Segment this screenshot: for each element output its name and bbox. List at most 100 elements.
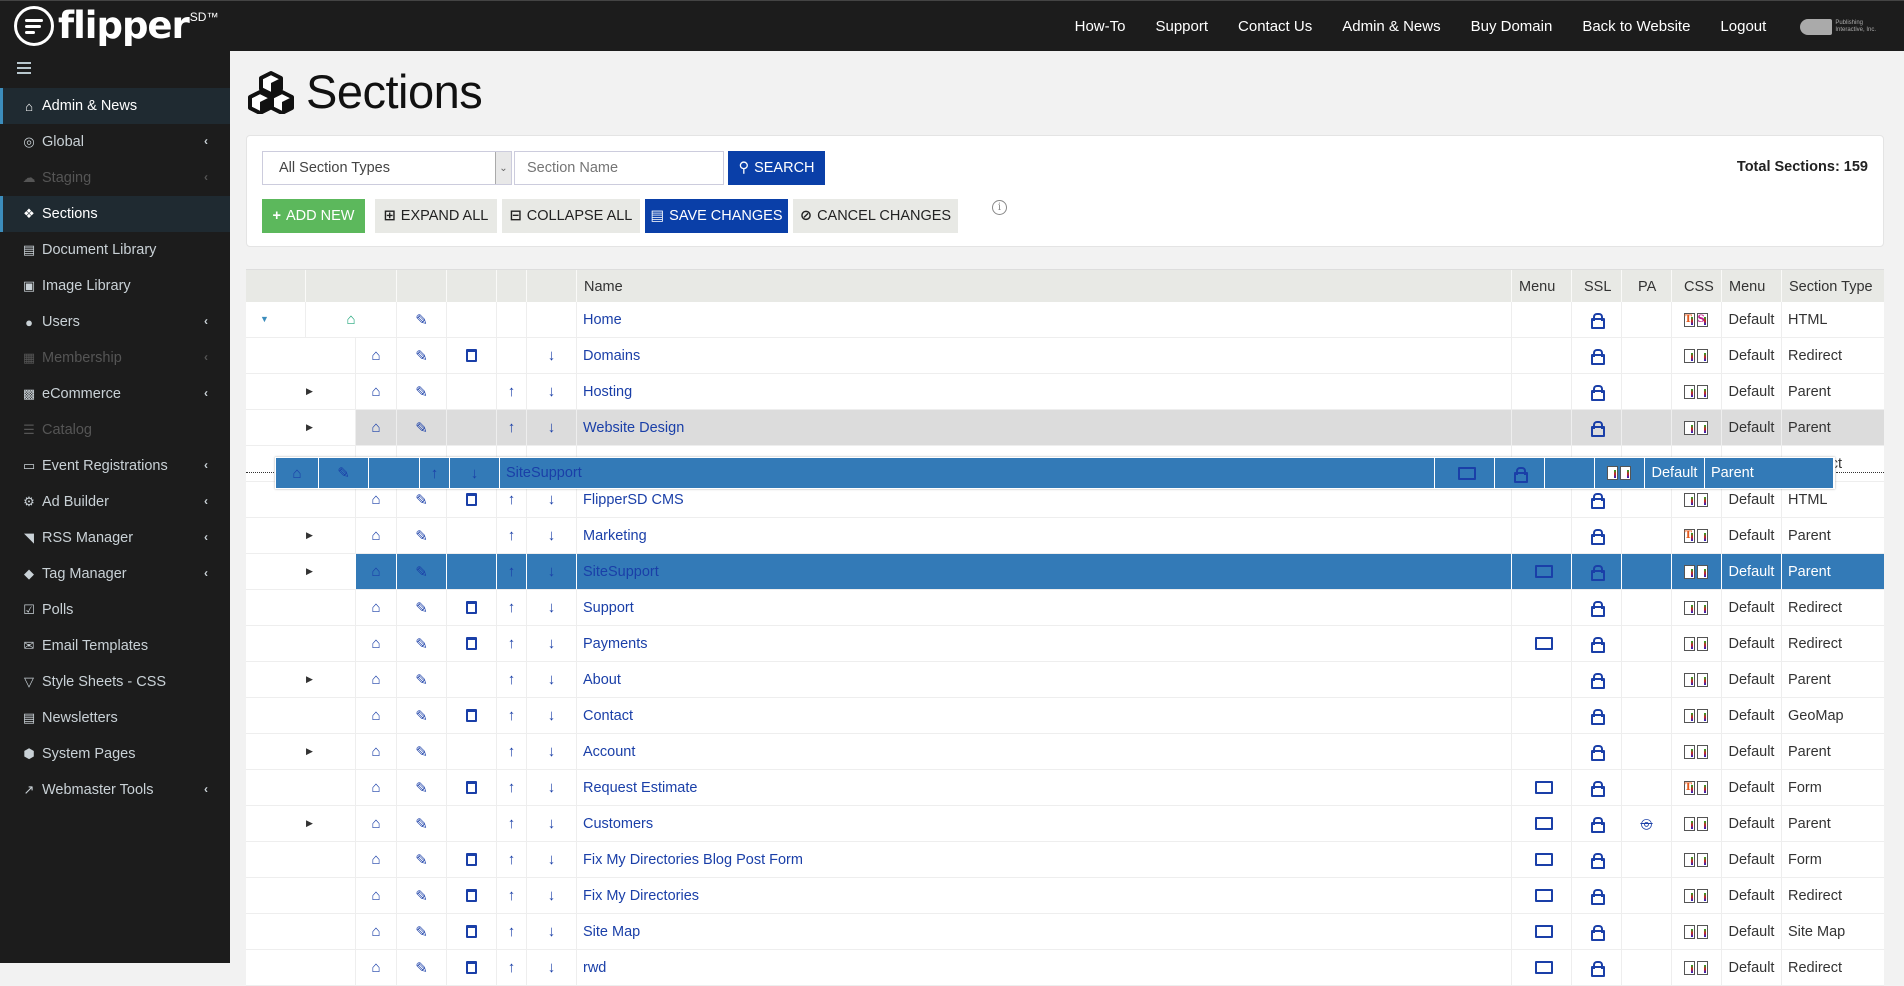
- sidebar-item-polls[interactable]: ☑ Polls: [0, 592, 230, 628]
- table-row[interactable]: ⌂ ✎ ↓ Domains Default Redirect: [246, 338, 1884, 374]
- monitor-icon[interactable]: [1534, 925, 1553, 938]
- row-style-css-icon[interactable]: [1696, 420, 1708, 435]
- ssl-lock-icon[interactable]: [1590, 349, 1605, 365]
- edit-pencil-icon[interactable]: ✎: [415, 743, 428, 761]
- sidebar-item-ecommerce[interactable]: ▩ eCommerce ‹: [0, 376, 230, 412]
- section-name-link[interactable]: Home: [577, 312, 622, 328]
- monitor-icon[interactable]: [1534, 817, 1553, 830]
- row-style-css-icon[interactable]: [1696, 600, 1708, 615]
- move-up-arrow-icon[interactable]: ↑: [508, 635, 516, 652]
- nav-admin-news[interactable]: Admin & News: [1342, 18, 1440, 35]
- expand-toggle-icon[interactable]: ▶: [306, 746, 313, 757]
- section-name-link[interactable]: SiteSupport: [577, 564, 659, 580]
- chevron-left-icon[interactable]: ‹: [204, 566, 208, 580]
- move-up-arrow-icon[interactable]: ↑: [508, 419, 516, 436]
- sidebar-item-webmaster-tools[interactable]: ↗ Webmaster Tools ‹: [0, 772, 230, 808]
- section-name-link[interactable]: Account: [577, 744, 635, 760]
- set-home-icon[interactable]: ⌂: [371, 743, 380, 760]
- row-template-css-icon[interactable]: [1683, 744, 1695, 759]
- move-up-arrow-icon[interactable]: ↑: [508, 959, 516, 976]
- move-up-arrow-icon[interactable]: ↑: [431, 465, 439, 482]
- move-up-arrow-icon[interactable]: ↑: [508, 491, 516, 508]
- cancel-changes-button[interactable]: ⊘ CANCEL CHANGES: [793, 199, 958, 233]
- set-home-icon[interactable]: ⌂: [371, 851, 380, 868]
- delete-trash-icon[interactable]: [466, 925, 477, 938]
- header-name[interactable]: Name: [576, 270, 1511, 303]
- set-home-icon[interactable]: ⌂: [371, 599, 380, 616]
- nav-back-to-website[interactable]: Back to Website: [1582, 18, 1690, 35]
- row-template-css-icon[interactable]: [1683, 672, 1695, 687]
- edit-pencil-icon[interactable]: ✎: [415, 563, 428, 581]
- section-name-link[interactable]: Marketing: [577, 528, 647, 544]
- move-up-arrow-icon[interactable]: ↑: [508, 527, 516, 544]
- move-down-arrow-icon[interactable]: ↓: [548, 815, 556, 832]
- row-style-css-icon[interactable]: [1696, 384, 1708, 399]
- row-template-css-icon[interactable]: [1683, 420, 1695, 435]
- row-template-css-icon[interactable]: T: [1683, 780, 1695, 795]
- sidebar-item-global[interactable]: ◎ Global ‹: [0, 124, 230, 160]
- move-down-arrow-icon[interactable]: ↓: [548, 887, 556, 904]
- set-home-icon[interactable]: ⌂: [292, 465, 301, 482]
- table-row[interactable]: ▶ ⌂ ✎ ↑ ↓ Hosting Default Parent: [246, 374, 1884, 410]
- chevron-left-icon[interactable]: ‹: [204, 314, 208, 328]
- nav-contact-us[interactable]: Contact Us: [1238, 18, 1312, 35]
- move-down-arrow-icon[interactable]: ↓: [548, 383, 556, 400]
- row-style-css-icon[interactable]: [1696, 924, 1708, 939]
- edit-pencil-icon[interactable]: ✎: [415, 887, 428, 905]
- move-up-arrow-icon[interactable]: ↑: [508, 383, 516, 400]
- eye-slash-icon[interactable]: ◎: [1640, 815, 1652, 832]
- expand-toggle-icon[interactable]: ▶: [306, 386, 313, 397]
- ssl-lock-icon[interactable]: [1590, 925, 1605, 941]
- chevron-left-icon[interactable]: ‹: [204, 350, 208, 364]
- row-template-css-icon[interactable]: [1683, 924, 1695, 939]
- monitor-icon[interactable]: [1534, 781, 1553, 794]
- table-row[interactable]: ⌂ ✎ ↑ ↓ Fix My Directories Default Redirect: [246, 878, 1884, 914]
- ssl-lock-icon[interactable]: [1590, 637, 1605, 653]
- row-template-css-icon[interactable]: [1683, 816, 1695, 831]
- monitor-icon[interactable]: [1534, 889, 1553, 902]
- edit-pencil-icon[interactable]: ✎: [415, 527, 428, 545]
- monitor-icon[interactable]: [1534, 565, 1553, 578]
- move-down-arrow-icon[interactable]: ↓: [548, 851, 556, 868]
- move-up-arrow-icon[interactable]: ↑: [508, 707, 516, 724]
- edit-pencil-icon[interactable]: ✎: [415, 851, 428, 869]
- row-template-css-icon[interactable]: T: [1683, 528, 1695, 543]
- row-style-css-icon[interactable]: [1696, 348, 1708, 363]
- delete-trash-icon[interactable]: [466, 709, 477, 722]
- row-style-css-icon[interactable]: [1696, 528, 1708, 543]
- section-name-link[interactable]: Contact: [577, 708, 633, 724]
- move-down-arrow-icon[interactable]: ↓: [471, 465, 479, 482]
- sidebar-item-staging[interactable]: ☁ Staging ‹: [0, 160, 230, 196]
- edit-pencil-icon[interactable]: ✎: [415, 923, 428, 941]
- ssl-lock-icon[interactable]: [1590, 745, 1605, 761]
- move-down-arrow-icon[interactable]: ↓: [548, 527, 556, 544]
- set-home-icon[interactable]: ⌂: [371, 347, 380, 364]
- move-down-arrow-icon[interactable]: ↓: [548, 707, 556, 724]
- move-down-arrow-icon[interactable]: ↓: [548, 743, 556, 760]
- section-name-input[interactable]: [514, 151, 724, 185]
- move-down-arrow-icon[interactable]: ↓: [548, 959, 556, 976]
- set-home-icon[interactable]: ⌂: [371, 815, 380, 832]
- move-up-arrow-icon[interactable]: ↑: [508, 599, 516, 616]
- section-name-link[interactable]: Website Design: [577, 420, 684, 436]
- nav-logout[interactable]: Logout: [1720, 18, 1766, 35]
- edit-pencil-icon[interactable]: ✎: [415, 383, 428, 401]
- move-down-arrow-icon[interactable]: ↓: [548, 671, 556, 688]
- info-icon[interactable]: i: [992, 200, 1007, 215]
- row-style-css-icon[interactable]: [1696, 672, 1708, 687]
- delete-trash-icon[interactable]: [466, 889, 477, 902]
- row-template-css-icon[interactable]: [1683, 564, 1695, 579]
- sidebar-item-tag-manager[interactable]: ◆ Tag Manager ‹: [0, 556, 230, 592]
- delete-trash-icon[interactable]: [466, 781, 477, 794]
- move-up-arrow-icon[interactable]: ↑: [508, 779, 516, 796]
- set-home-icon[interactable]: ⌂: [371, 491, 380, 508]
- row-template-css-icon[interactable]: [1683, 348, 1695, 363]
- move-down-arrow-icon[interactable]: ↓: [548, 635, 556, 652]
- dragged-row-ghost[interactable]: ⌂ ✎ ↑ ↓ SiteSupport Default Parent: [275, 457, 1835, 489]
- section-name-link[interactable]: Customers: [577, 816, 653, 832]
- edit-pencil-icon[interactable]: ✎: [415, 347, 428, 365]
- ssl-lock-icon[interactable]: [1590, 781, 1605, 797]
- search-button[interactable]: ⚲ SEARCH: [728, 151, 825, 185]
- sidebar-item-admin-news[interactable]: ⌂ Admin & News: [0, 88, 230, 124]
- brand-logo[interactable]: flipper SD™: [14, 6, 218, 46]
